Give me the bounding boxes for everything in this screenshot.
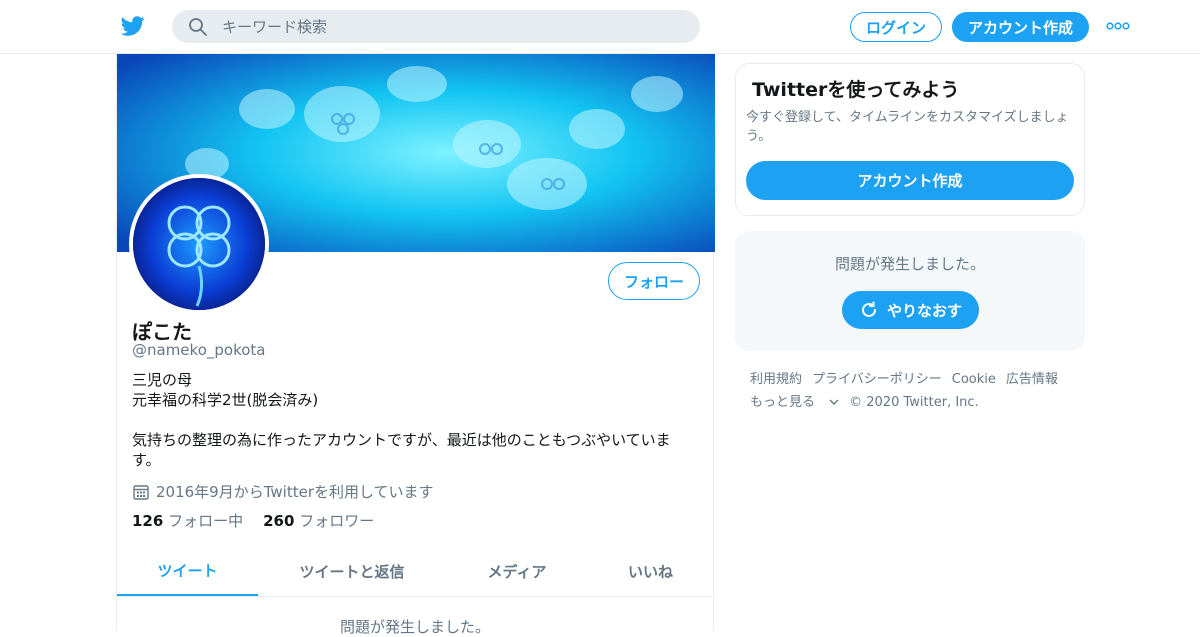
- tab-tweets-and-replies[interactable]: ツイートと返信: [258, 546, 446, 596]
- error-card: 問題が発生しました。 やりなおす: [735, 231, 1085, 351]
- twitter-logo-icon[interactable]: [120, 14, 146, 38]
- followers-count: 260: [263, 512, 295, 530]
- following-count: 126: [132, 512, 164, 530]
- following-stat[interactable]: 126 フォロー中: [132, 510, 243, 531]
- signup-button[interactable]: アカウント作成: [952, 12, 1089, 42]
- retry-button[interactable]: やりなおす: [842, 291, 979, 329]
- bio-line: [132, 410, 692, 430]
- refresh-icon: [862, 301, 876, 317]
- profile-handle[interactable]: @nameko_pokota: [132, 341, 265, 359]
- footer-terms-link[interactable]: 利用規約: [750, 368, 802, 391]
- signup-card-button[interactable]: アカウント作成: [746, 161, 1074, 200]
- footer-more-link[interactable]: もっと見る: [750, 391, 839, 414]
- signup-card-title: Twitterを使ってみよう: [752, 79, 960, 101]
- joined-date: 2016年9月からTwitterを利用しています: [132, 481, 434, 502]
- profile-tabs: ツイート ツイートと返信 メディア いいね: [117, 546, 713, 597]
- following-label: フォロー中: [168, 512, 244, 530]
- joined-date-text: 2016年9月からTwitterを利用しています: [156, 483, 434, 501]
- bio-line: 気持ちの整理の為に作ったアカウントですが、最近は他のこともつぶやいていま: [132, 431, 671, 449]
- followers-label: フォロワー: [299, 512, 375, 530]
- bio-line: 元幸福の科学2世(脱会済み): [132, 391, 319, 409]
- bio-line: す。: [132, 451, 161, 469]
- footer-ads-link[interactable]: 広告情報: [1006, 368, 1058, 391]
- login-button[interactable]: ログイン: [850, 12, 942, 42]
- chevron-down-icon: [829, 399, 839, 405]
- followers-stat[interactable]: 260 フォロワー: [263, 510, 374, 531]
- search-icon: [189, 18, 207, 36]
- tab-media[interactable]: メディア: [446, 546, 588, 596]
- tab-tweets[interactable]: ツイート: [117, 546, 258, 596]
- error-card-message: 問題が発生しました。: [834, 255, 985, 273]
- signup-card-description: 今すぐ登録して、タイムラインをカスタマイズしましょう。: [746, 110, 1069, 144]
- profile-stats: 126 フォロー中 260 フォロワー: [132, 510, 394, 531]
- follow-button[interactable]: フォロー: [608, 262, 700, 300]
- bio-line: 三児の母: [132, 371, 193, 389]
- top-nav-bar: ログイン アカウント作成: [0, 0, 1200, 54]
- signup-card: Twitterを使ってみよう 今すぐ登録して、タイムラインをカスタマイズしましょ…: [735, 63, 1085, 216]
- search-input[interactable]: [222, 10, 682, 43]
- footer-copyright: © 2020 Twitter, Inc.: [849, 395, 979, 410]
- footer-cookie-link[interactable]: Cookie: [952, 368, 996, 391]
- footer-privacy-link[interactable]: プライバシーポリシー: [812, 368, 942, 391]
- search-bar: [172, 10, 700, 43]
- profile-avatar[interactable]: [129, 174, 269, 314]
- profile-bio: 三児の母 元幸福の科学2世(脱会済み) 気持ちの整理の為に作ったアカウントですが…: [132, 370, 692, 470]
- retry-label: やりなおす: [886, 301, 962, 320]
- profile-column: フォロー ぽこた @nameko_pokota 三児の母 元幸福の科学2世(脱会…: [116, 54, 715, 636]
- calendar-icon: [133, 484, 149, 500]
- sidebar-footer: 利用規約 プライバシーポリシー Cookie 広告情報 もっと見る © 2020 Tw…: [750, 368, 1080, 414]
- footer-more-label: もっと見る: [750, 395, 816, 410]
- more-options-icon[interactable]: [1106, 20, 1130, 32]
- timeline-error-message: 問題が発生しました。: [339, 618, 490, 636]
- tab-likes[interactable]: いいね: [588, 546, 713, 596]
